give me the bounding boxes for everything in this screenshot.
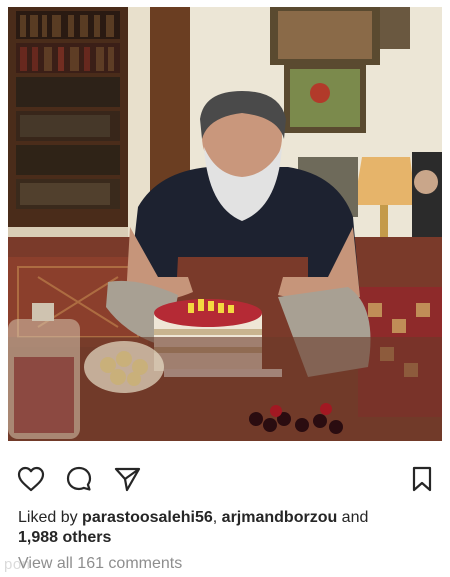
heart-outline-icon[interactable] [16,464,46,494]
bookmark-outline-icon[interactable] [407,464,437,494]
post-photo[interactable] [8,7,442,441]
action-bar [0,458,450,498]
photo-scene [8,7,442,441]
view-all-comments-link[interactable]: View all 161 comments [18,554,182,574]
liked-user-1-link[interactable]: parastoosalehi56 [82,509,213,526]
liked-and-word: and [337,509,369,526]
liked-separator: , [212,509,222,526]
liked-by-prefix: Liked by [18,509,83,526]
comment-bubble-icon[interactable] [64,464,94,494]
others-count-link[interactable]: 1,988 others [18,529,111,546]
likes-summary: Liked by parastoosalehi56, arjmandborzou… [18,508,418,548]
paper-plane-icon[interactable] [112,464,142,494]
liked-user-2-link[interactable]: arjmandborzou [222,509,338,526]
